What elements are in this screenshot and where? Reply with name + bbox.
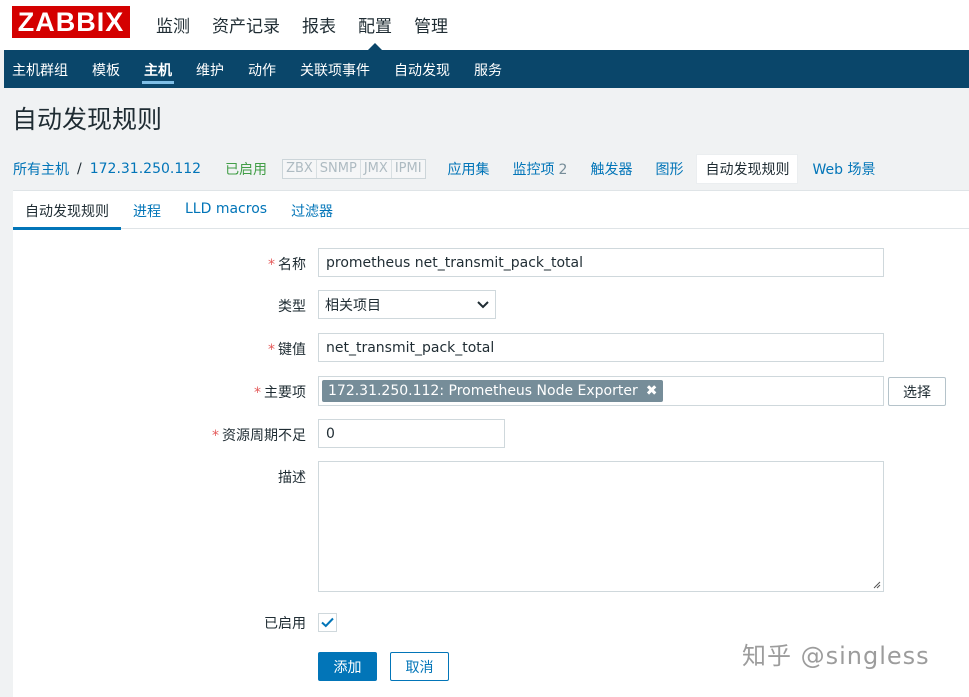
- close-icon[interactable]: ✖: [646, 383, 658, 399]
- enabled-label: 已启用: [264, 616, 306, 632]
- page-title: 自动发现规则: [12, 105, 163, 134]
- tab-discovery-rule[interactable]: 自动发现规则: [13, 191, 121, 230]
- name-input[interactable]: [318, 248, 884, 277]
- form-tabs: 自动发现规则 进程 LLD macros 过滤器: [13, 191, 969, 230]
- type-label: 类型: [278, 299, 306, 315]
- main-menu-monitoring[interactable]: 监测: [145, 0, 201, 50]
- availability-indicators: ZBX SNMP JMX IPMI: [282, 159, 426, 179]
- required-mark: *: [212, 428, 219, 444]
- nav-applications[interactable]: 应用集: [448, 159, 490, 179]
- key-label: * 键值: [268, 342, 306, 358]
- availability-snmp: SNMP: [317, 160, 361, 178]
- description-label: 描述: [278, 470, 306, 486]
- main-menu-administration[interactable]: 管理: [403, 0, 459, 50]
- breadcrumb-separator: /: [77, 161, 82, 177]
- key-input[interactable]: [318, 333, 884, 362]
- breadcrumb-all-hosts[interactable]: 所有主机: [13, 159, 69, 179]
- enabled-checkbox[interactable]: [318, 613, 337, 632]
- sub-menu-event-correlation[interactable]: 关联项事件: [296, 50, 382, 88]
- sub-menu-host-groups[interactable]: 主机群组: [8, 50, 80, 88]
- add-button[interactable]: 添加: [318, 652, 377, 681]
- sub-menu-templates[interactable]: 模板: [88, 50, 132, 88]
- watermark: 知乎 @singless: [742, 642, 930, 670]
- host-nav-links: 应用集 监控项 2 触发器 图形 自动发现规则 Web 场景: [448, 154, 899, 184]
- sub-menu-actions[interactable]: 动作: [244, 50, 288, 88]
- main-menu-inventory[interactable]: 资产记录: [201, 0, 291, 50]
- host-navigation: 所有主机 / 172.31.250.112 已启用 ZBX SNMP JMX I…: [13, 154, 969, 184]
- sub-menu-services[interactable]: 服务: [470, 50, 514, 88]
- availability-ipmi: IPMI: [394, 161, 422, 176]
- tab-lld-macros[interactable]: LLD macros: [173, 191, 279, 229]
- description-textarea[interactable]: [318, 461, 884, 592]
- master-item-chip: 172.31.250.112: Prometheus Node Exporter…: [322, 380, 664, 402]
- nav-web-scenarios[interactable]: Web 场景: [812, 159, 875, 179]
- resize-handle-icon[interactable]: [873, 581, 881, 589]
- nav-items-label: 监控项: [512, 162, 555, 178]
- nav-items[interactable]: 监控项 2: [513, 159, 568, 179]
- type-select-value: 相关项目: [325, 297, 381, 314]
- lifetime-label: * 资源周期不足: [212, 428, 306, 444]
- required-mark: *: [268, 257, 275, 273]
- checkmark-icon: [321, 617, 334, 628]
- tab-preprocessing[interactable]: 进程: [121, 191, 173, 229]
- form-container: 自动发现规则 进程 LLD macros 过滤器 *名称 类型 相关项目 *键值…: [13, 190, 969, 697]
- tab-filters[interactable]: 过滤器: [279, 191, 345, 229]
- host-status-enabled[interactable]: 已启用: [225, 159, 267, 179]
- master-item-label: * 主要项: [254, 385, 306, 401]
- main-menu-reports[interactable]: 报表: [291, 0, 347, 50]
- required-mark: *: [254, 385, 261, 401]
- chevron-down-icon: [477, 298, 489, 312]
- lifetime-input[interactable]: [318, 419, 505, 448]
- sub-menu: 主机群组 模板 主机 维护 动作 关联项事件 自动发现 服务: [4, 50, 969, 88]
- main-menu: 监测 资产记录 报表 配置 管理: [145, 0, 459, 50]
- main-menu-configuration[interactable]: 配置: [347, 0, 403, 50]
- zabbix-logo[interactable]: ZABBIX: [12, 6, 130, 38]
- sub-menu-maintenance[interactable]: 维护: [192, 50, 236, 88]
- nav-graphs[interactable]: 图形: [655, 159, 683, 179]
- sub-menu-discovery[interactable]: 自动发现: [390, 50, 462, 88]
- name-label: * 名称: [268, 257, 306, 273]
- master-item-multiselect[interactable]: 172.31.250.112: Prometheus Node Exporter…: [318, 376, 884, 406]
- cancel-button[interactable]: 取消: [390, 652, 449, 681]
- breadcrumb-host[interactable]: 172.31.250.112: [90, 161, 201, 177]
- sub-menu-hosts[interactable]: 主机: [140, 50, 184, 88]
- nav-triggers[interactable]: 触发器: [590, 159, 632, 179]
- master-item-chip-label: 172.31.250.112: Prometheus Node Exporter: [328, 383, 638, 399]
- nav-discovery-rules[interactable]: 自动发现规则: [696, 154, 799, 184]
- required-mark: *: [268, 342, 275, 358]
- type-select[interactable]: 相关项目: [318, 290, 496, 319]
- nav-items-count: 2: [558, 162, 568, 178]
- availability-zbx: ZBX: [283, 160, 317, 178]
- top-header: ZABBIX 监测 资产记录 报表 配置 管理: [0, 0, 969, 50]
- availability-jmx: JMX: [361, 160, 392, 178]
- select-button[interactable]: 选择: [888, 377, 946, 406]
